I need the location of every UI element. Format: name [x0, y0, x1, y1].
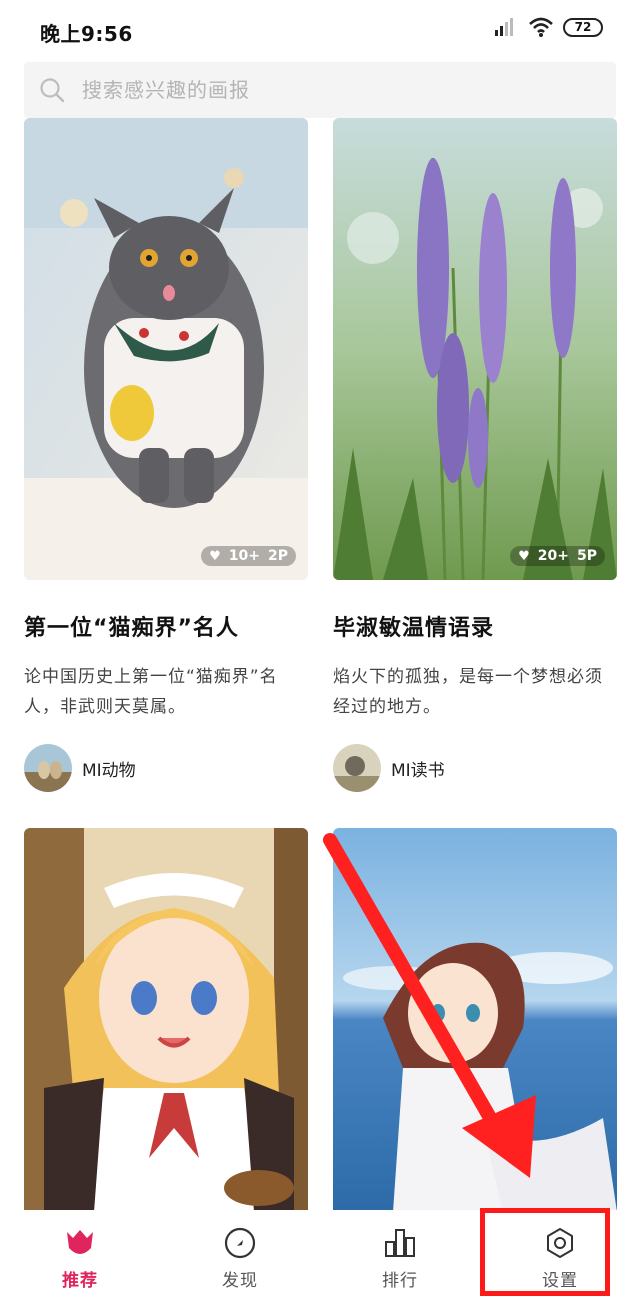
status-time: 晚上9:56	[40, 22, 133, 46]
author-name[interactable]: MI动物	[82, 756, 136, 781]
battery-indicator: 72	[563, 18, 603, 37]
tab-ranking[interactable]: 排行	[320, 1210, 480, 1304]
likes-count: 20+	[537, 548, 569, 564]
lavender-illustration	[333, 118, 617, 580]
search-bar[interactable]	[24, 62, 616, 118]
card-description: 焰火下的孤独，是每一个梦想必须经过的地方。	[333, 667, 603, 717]
tulip-icon	[67, 1230, 93, 1254]
tab-label: 推荐	[62, 1271, 98, 1291]
card-stats: ♥ 20+ 5P	[510, 546, 605, 566]
wifi-icon	[529, 17, 553, 37]
card-image[interactable]: ♥ 10+ 2P	[24, 118, 308, 580]
search-icon	[40, 78, 65, 103]
likes-count: 10+	[228, 548, 260, 564]
tab-recommend[interactable]: 推荐	[0, 1210, 160, 1304]
card-description: 论中国历史上第一位“猫痴界”名人，非武则天莫属。	[24, 667, 278, 717]
card-girl-sea[interactable]	[333, 828, 617, 1212]
card-stats: ♥ 10+ 2P	[201, 546, 296, 566]
pages-count: 5P	[576, 548, 597, 564]
avatar[interactable]	[333, 744, 381, 792]
card-author[interactable]: MI读书	[333, 744, 617, 792]
tab-discover[interactable]: 发现	[160, 1210, 320, 1304]
author-name[interactable]: MI读书	[391, 756, 445, 781]
card-image[interactable]	[24, 828, 308, 1212]
cellular-signal-icon	[495, 18, 513, 36]
tab-label: 排行	[382, 1271, 418, 1291]
card-flowers[interactable]: ♥ 20+ 5P 毕淑敏温情语录 焰火下的孤独，是每一个梦想必须经过的地方。 M…	[333, 118, 617, 792]
cat-illustration	[24, 118, 308, 580]
card-maid[interactable]	[24, 828, 308, 1212]
compass-icon	[224, 1227, 256, 1259]
tab-label: 发现	[222, 1271, 258, 1291]
heart-icon: ♥	[209, 548, 221, 564]
pages-count: 2P	[267, 548, 288, 564]
card-image[interactable]: ♥ 20+ 5P	[333, 118, 617, 580]
search-input[interactable]	[82, 72, 582, 108]
heart-icon: ♥	[518, 548, 530, 564]
card-image[interactable]	[333, 828, 617, 1212]
card-title[interactable]: 毕淑敏温情语录	[333, 610, 617, 642]
bar-chart-icon	[385, 1229, 415, 1257]
settings-highlight-box	[480, 1208, 610, 1296]
anime-maid-illustration	[24, 828, 308, 1212]
avatar[interactable]	[24, 744, 72, 792]
card-author[interactable]: MI动物	[24, 744, 308, 792]
card-title[interactable]: 第一位“猫痴界”名人	[24, 610, 308, 642]
anime-girl-sea-illustration	[333, 828, 617, 1212]
status-bar: 晚上9:56 72	[0, 0, 640, 60]
card-cat[interactable]: ♥ 10+ 2P 第一位“猫痴界”名人 论中国历史上第一位“猫痴界”名人，非武则…	[24, 118, 308, 792]
